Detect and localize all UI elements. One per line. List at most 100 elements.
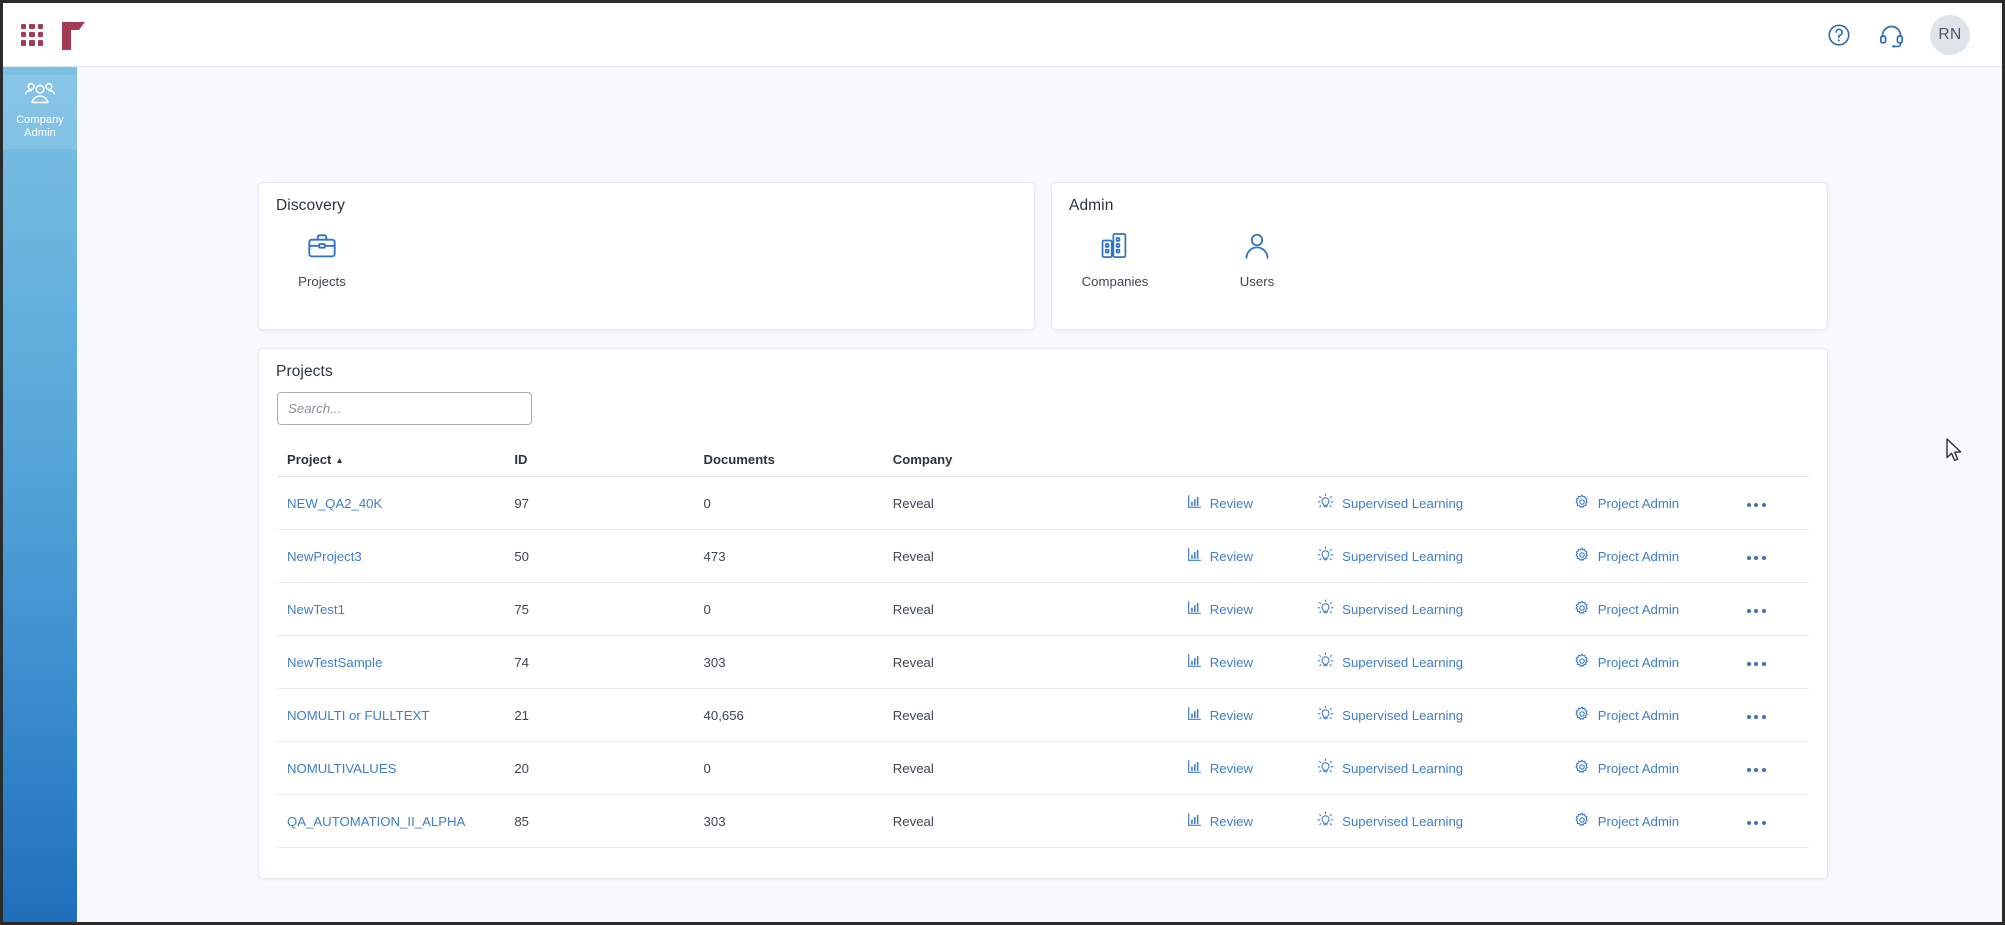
table-row[interactable]: NEW_QA2_40K 97 0 Reveal Review — [277, 477, 1809, 530]
dot — [1754, 503, 1758, 507]
dot — [1762, 768, 1766, 772]
ellipsis-icon[interactable] — [1745, 552, 1768, 564]
cell-supervised-learning: Supervised Learning — [1317, 742, 1574, 795]
cell-documents: 0 — [704, 583, 893, 636]
project-admin-action[interactable]: Project Admin — [1574, 706, 1679, 725]
cell-id: 21 — [514, 689, 703, 742]
tile-projects[interactable]: Projects — [281, 229, 363, 289]
project-link[interactable]: QA_AUTOMATION_II_ALPHA — [287, 814, 465, 829]
ellipsis-icon[interactable] — [1745, 711, 1768, 723]
table-row[interactable]: NewTest1 75 0 Reveal Review — [277, 583, 1809, 636]
cell-project-admin: Project Admin — [1574, 795, 1745, 848]
lightbulb-idea-icon — [1317, 599, 1334, 619]
search-input[interactable] — [277, 392, 532, 425]
column-header-documents[interactable]: Documents — [704, 452, 893, 477]
cell-review: Review — [1187, 583, 1317, 636]
table-header-row: Project▲ ID Documents Company — [277, 452, 1809, 477]
admin-card: Admin Companies — [1051, 182, 1828, 330]
review-label: Review — [1210, 496, 1253, 511]
review-action[interactable]: Review — [1187, 600, 1253, 618]
grid-dot — [38, 40, 43, 45]
supervised-learning-action[interactable]: Supervised Learning — [1317, 705, 1463, 725]
review-action[interactable]: Review — [1187, 812, 1253, 830]
projects-card: Projects Project▲ ID Documents Company — [258, 348, 1828, 879]
project-link[interactable]: NewProject3 — [287, 549, 362, 564]
supervised-learning-action[interactable]: Supervised Learning — [1317, 758, 1463, 778]
review-action[interactable]: Review — [1187, 706, 1253, 724]
project-link[interactable]: NEW_QA2_40K — [287, 496, 382, 511]
bar-chart-icon — [1187, 600, 1202, 618]
lightbulb-idea-icon — [1317, 758, 1334, 778]
project-link[interactable]: NewTest1 — [287, 602, 345, 617]
cell-project-admin: Project Admin — [1574, 530, 1745, 583]
project-link[interactable]: NOMULTI or FULLTEXT — [287, 708, 429, 723]
table-row[interactable]: NOMULTI or FULLTEXT 21 40,656 Reveal Rev… — [277, 689, 1809, 742]
cell-more — [1745, 477, 1809, 530]
supervised-learning-action[interactable]: Supervised Learning — [1317, 546, 1463, 566]
table-row[interactable]: NewTestSample 74 303 Reveal Review — [277, 636, 1809, 689]
table-row[interactable]: NewProject3 50 473 Reveal Review — [277, 530, 1809, 583]
ellipsis-icon[interactable] — [1745, 499, 1768, 511]
headset-support-icon[interactable] — [1878, 22, 1904, 48]
ellipsis-icon[interactable] — [1745, 605, 1768, 617]
dot — [1754, 662, 1758, 666]
supervised-learning-action[interactable]: Supervised Learning — [1317, 811, 1463, 831]
lightbulb-idea-icon — [1317, 811, 1334, 831]
gear-icon — [1574, 812, 1590, 831]
dot — [1747, 662, 1751, 666]
cell-review: Review — [1187, 477, 1317, 530]
cell-project: NewProject3 — [277, 530, 514, 583]
supervised-learning-label: Supervised Learning — [1342, 708, 1463, 723]
projects-table: Project▲ ID Documents Company NEW_QA2 — [277, 452, 1809, 848]
gear-icon — [1574, 494, 1590, 513]
review-action[interactable]: Review — [1187, 494, 1253, 512]
column-header-project-admin — [1574, 452, 1745, 477]
tile-companies[interactable]: Companies — [1074, 229, 1156, 289]
app-window: RN Company Admin Dis — [0, 0, 2005, 925]
cell-project-admin: Project Admin — [1574, 636, 1745, 689]
lightbulb-idea-icon — [1317, 705, 1334, 725]
review-action[interactable]: Review — [1187, 547, 1253, 565]
supervised-learning-action[interactable]: Supervised Learning — [1317, 493, 1463, 513]
cell-project-admin: Project Admin — [1574, 689, 1745, 742]
sidebar-item-label: Company Admin — [16, 114, 64, 139]
cell-supervised-learning: Supervised Learning — [1317, 689, 1574, 742]
user-avatar[interactable]: RN — [1930, 15, 1970, 55]
reveal-logo-icon[interactable] — [59, 18, 89, 52]
project-admin-label: Project Admin — [1598, 602, 1679, 617]
cell-more — [1745, 742, 1809, 795]
column-header-id[interactable]: ID — [514, 452, 703, 477]
sidebar-item-company-admin[interactable]: Company Admin — [3, 75, 77, 149]
buildings-icon — [1100, 229, 1130, 263]
ellipsis-icon[interactable] — [1745, 817, 1768, 829]
table-row[interactable]: QA_AUTOMATION_II_ALPHA 85 303 Reveal Rev… — [277, 795, 1809, 848]
tile-label: Users — [1240, 274, 1274, 289]
review-label: Review — [1210, 549, 1253, 564]
table-row[interactable]: NOMULTIVALUES 20 0 Reveal Review — [277, 742, 1809, 795]
dot — [1762, 503, 1766, 507]
projects-card-title: Projects — [259, 349, 1827, 381]
project-admin-action[interactable]: Project Admin — [1574, 494, 1679, 513]
ellipsis-icon[interactable] — [1745, 764, 1768, 776]
tile-users[interactable]: Users — [1216, 229, 1298, 289]
app-grid-icon[interactable] — [21, 24, 43, 46]
column-header-company[interactable]: Company — [893, 452, 1187, 477]
projects-table-scroll[interactable]: Project▲ ID Documents Company NEW_QA2 — [277, 452, 1809, 852]
project-link[interactable]: NOMULTIVALUES — [287, 761, 396, 776]
project-admin-action[interactable]: Project Admin — [1574, 759, 1679, 778]
project-link[interactable]: NewTestSample — [287, 655, 382, 670]
project-admin-action[interactable]: Project Admin — [1574, 812, 1679, 831]
review-action[interactable]: Review — [1187, 653, 1253, 671]
ellipsis-icon[interactable] — [1745, 658, 1768, 670]
project-admin-action[interactable]: Project Admin — [1574, 653, 1679, 672]
supervised-learning-action[interactable]: Supervised Learning — [1317, 599, 1463, 619]
project-admin-action[interactable]: Project Admin — [1574, 547, 1679, 566]
project-admin-label: Project Admin — [1598, 814, 1679, 829]
help-icon[interactable] — [1826, 22, 1852, 48]
project-admin-action[interactable]: Project Admin — [1574, 600, 1679, 619]
supervised-learning-action[interactable]: Supervised Learning — [1317, 652, 1463, 672]
dot — [1762, 609, 1766, 613]
supervised-learning-label: Supervised Learning — [1342, 814, 1463, 829]
column-header-project[interactable]: Project▲ — [277, 452, 514, 477]
review-action[interactable]: Review — [1187, 759, 1253, 777]
